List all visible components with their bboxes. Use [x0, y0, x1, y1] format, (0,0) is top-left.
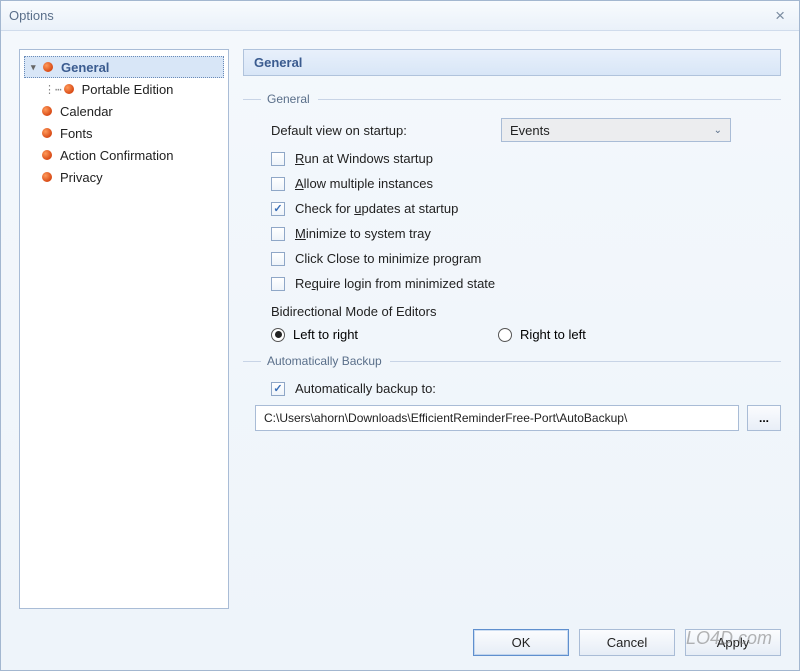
check-updates-checkbox[interactable] [271, 202, 285, 216]
radio-rtl-label: Right to left [520, 327, 586, 342]
click-close-row: Click Close to minimize program [243, 246, 781, 271]
require-login-checkbox[interactable] [271, 277, 285, 291]
default-view-row: Default view on startup: Events ⌄ [243, 114, 781, 146]
require-login-row: Require login from minimized state [243, 271, 781, 296]
click-close-label: Click Close to minimize program [295, 251, 481, 266]
backup-path-input[interactable]: C:\Users\ahorn\Downloads\EfficientRemind… [255, 405, 739, 431]
titlebar: Options × [1, 1, 799, 31]
sidebar-item-fonts[interactable]: Fonts [24, 122, 224, 144]
sidebar-item-portable-edition[interactable]: ⋮⋯ Portable Edition [24, 78, 224, 100]
default-view-value: Events [510, 123, 550, 138]
cancel-button[interactable]: Cancel [579, 629, 675, 656]
backup-path-row: C:\Users\ahorn\Downloads\EfficientRemind… [243, 401, 781, 431]
content-area: ▾ General ⋮⋯ Portable Edition Calendar F… [1, 31, 799, 619]
sidebar-item-calendar[interactable]: Calendar [24, 100, 224, 122]
options-dialog: Options × ▾ General ⋮⋯ Portable Edition … [0, 0, 800, 671]
minimize-tray-label: Minimize to system tray [295, 226, 431, 241]
panel-heading: General [243, 49, 781, 76]
group-general-label: General [243, 92, 781, 106]
chevron-down-icon: ▾ [31, 62, 43, 73]
chevron-down-icon: ⌄ [714, 125, 722, 136]
radio-rtl[interactable]: Right to left [498, 327, 586, 342]
apply-button[interactable]: Apply [685, 629, 781, 656]
browse-button[interactable]: ... [747, 405, 781, 431]
radio-icon [498, 328, 512, 342]
sidebar-item-label: Fonts [60, 126, 93, 141]
allow-multiple-row: Allow multiple instances [243, 171, 781, 196]
bullet-icon [42, 150, 52, 160]
sidebar-item-privacy[interactable]: Privacy [24, 166, 224, 188]
minimize-tray-row: Minimize to system tray [243, 221, 781, 246]
dialog-button-row: OK Cancel Apply [1, 619, 799, 670]
radio-ltr-label: Left to right [293, 327, 358, 342]
run-at-startup-label: Run at Windows startup [295, 151, 433, 166]
bidi-radio-group: Left to right Right to left [243, 323, 781, 350]
sidebar-item-label: Portable Edition [82, 82, 174, 97]
auto-backup-label: Automatically backup to: [295, 381, 436, 396]
allow-multiple-checkbox[interactable] [271, 177, 285, 191]
sidebar-item-label: Action Confirmation [60, 148, 173, 163]
auto-backup-checkbox[interactable] [271, 382, 285, 396]
close-icon[interactable]: × [769, 6, 791, 26]
minimize-tray-checkbox[interactable] [271, 227, 285, 241]
sidebar-item-general[interactable]: ▾ General [24, 56, 224, 78]
bidi-label: Bidirectional Mode of Editors [243, 296, 781, 323]
window-title: Options [9, 8, 769, 23]
backup-path-value: C:\Users\ahorn\Downloads\EfficientRemind… [264, 411, 627, 425]
sidebar-item-label: General [61, 60, 109, 75]
settings-panel: General General Default view on startup:… [243, 49, 781, 609]
radio-icon [271, 328, 285, 342]
require-login-label: Require login from minimized state [295, 276, 495, 291]
auto-backup-row: Automatically backup to: [243, 376, 781, 401]
sidebar-item-label: Privacy [60, 170, 103, 185]
sidebar-item-label: Calendar [60, 104, 113, 119]
bullet-icon [42, 172, 52, 182]
allow-multiple-label: Allow multiple instances [295, 176, 433, 191]
ok-button[interactable]: OK [473, 629, 569, 656]
bullet-icon [42, 106, 52, 116]
sidebar-item-action-confirmation[interactable]: Action Confirmation [24, 144, 224, 166]
bullet-icon [43, 62, 53, 72]
bullet-icon [42, 128, 52, 138]
run-at-startup-row: Run at Windows startup [243, 146, 781, 171]
group-backup-label: Automatically Backup [243, 354, 781, 368]
click-close-checkbox[interactable] [271, 252, 285, 266]
check-updates-label: Check for updates at startup [295, 201, 458, 216]
default-view-select[interactable]: Events ⌄ [501, 118, 731, 142]
run-at-startup-checkbox[interactable] [271, 152, 285, 166]
default-view-label: Default view on startup: [271, 123, 501, 138]
tree-branch-icon: ⋮⋯ [44, 83, 62, 96]
radio-ltr[interactable]: Left to right [271, 327, 358, 342]
category-tree: ▾ General ⋮⋯ Portable Edition Calendar F… [19, 49, 229, 609]
check-updates-row: Check for updates at startup [243, 196, 781, 221]
bullet-icon [64, 84, 74, 94]
